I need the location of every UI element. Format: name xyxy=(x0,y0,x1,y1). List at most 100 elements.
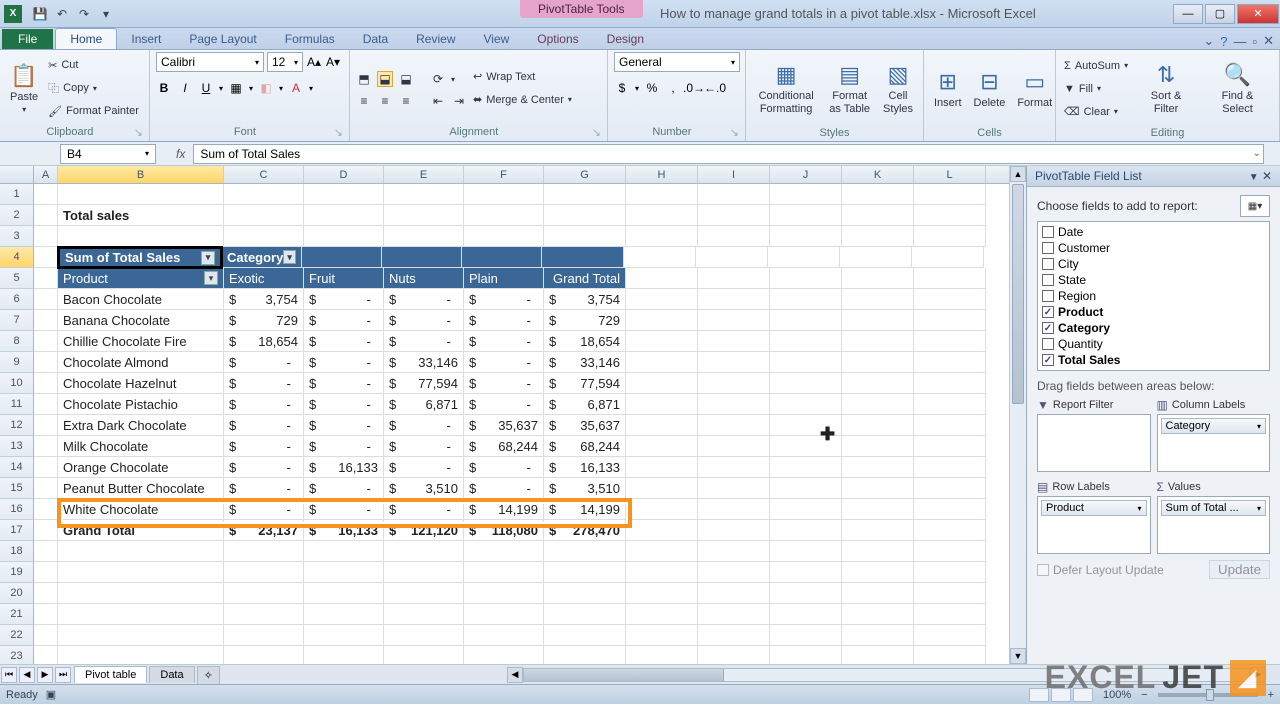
cell[interactable] xyxy=(698,562,770,583)
cell[interactable] xyxy=(626,352,698,373)
cell[interactable] xyxy=(544,541,626,562)
align-center-icon[interactable]: ≡ xyxy=(377,93,393,109)
cell[interactable] xyxy=(462,247,542,268)
tab-nav-last[interactable]: ⏭ xyxy=(55,667,71,683)
cell[interactable]: Chocolate Almond xyxy=(58,352,224,373)
row-header[interactable]: 23 xyxy=(0,646,34,664)
cell[interactable] xyxy=(770,184,842,205)
col-header[interactable]: H xyxy=(626,166,698,183)
sheet-tab-active[interactable]: Pivot table xyxy=(74,666,147,683)
cell[interactable] xyxy=(842,646,914,664)
redo-icon[interactable]: ↷ xyxy=(74,4,94,24)
cell[interactable]: Chillie Chocolate Fire xyxy=(58,331,224,352)
align-left-icon[interactable]: ≡ xyxy=(356,93,372,109)
cell[interactable] xyxy=(224,541,304,562)
cell[interactable]: $33,146 xyxy=(544,352,626,373)
tab-nav-first[interactable]: ⏮ xyxy=(1,667,17,683)
cell[interactable] xyxy=(698,646,770,664)
column-labels-zone[interactable]: Category▾ xyxy=(1157,414,1271,472)
bold-button[interactable]: B xyxy=(156,80,172,96)
cell[interactable] xyxy=(914,289,986,310)
cell[interactable]: $18,654 xyxy=(544,331,626,352)
pane-close-icon[interactable]: ✕ xyxy=(1262,169,1272,183)
indent-increase-icon[interactable]: ⇥ xyxy=(451,93,467,109)
col-header[interactable]: K xyxy=(842,166,914,183)
maximize-button[interactable]: ▢ xyxy=(1205,4,1235,24)
cell[interactable]: Chocolate Pistachio xyxy=(58,394,224,415)
cell[interactable]: $14,199 xyxy=(464,499,544,520)
cell[interactable]: $- xyxy=(384,436,464,457)
minimize-ribbon-icon[interactable]: ⌄ xyxy=(1203,33,1214,49)
cell[interactable] xyxy=(382,247,462,268)
save-icon[interactable]: 💾 xyxy=(30,4,50,24)
tab-insert[interactable]: Insert xyxy=(117,29,175,49)
cell[interactable] xyxy=(840,247,912,268)
cell[interactable] xyxy=(842,205,914,226)
cell[interactable] xyxy=(770,520,842,541)
cell[interactable] xyxy=(58,541,224,562)
percent-button[interactable]: % xyxy=(644,80,660,96)
cell[interactable] xyxy=(770,373,842,394)
tab-file[interactable]: File xyxy=(2,29,53,49)
cell[interactable]: $- xyxy=(304,478,384,499)
cell[interactable] xyxy=(58,646,224,664)
col-header[interactable]: C xyxy=(224,166,304,183)
cell[interactable] xyxy=(842,436,914,457)
cell[interactable] xyxy=(842,583,914,604)
paste-button[interactable]: 📋Paste▾ xyxy=(6,61,42,116)
col-header[interactable]: I xyxy=(698,166,770,183)
cell[interactable] xyxy=(770,394,842,415)
cell[interactable] xyxy=(34,331,58,352)
cell[interactable] xyxy=(34,541,58,562)
cell[interactable] xyxy=(384,184,464,205)
font-size-select[interactable]: 12▾ xyxy=(267,52,303,72)
cell[interactable] xyxy=(626,625,698,646)
tab-page-layout[interactable]: Page Layout xyxy=(175,29,270,49)
cell[interactable]: $- xyxy=(224,436,304,457)
cell[interactable] xyxy=(698,373,770,394)
cell[interactable]: $14,199 xyxy=(544,499,626,520)
cell[interactable]: $68,244 xyxy=(544,436,626,457)
grid[interactable]: A B C D E F G H I J K L 12Total sales34S… xyxy=(0,166,1009,664)
cell[interactable] xyxy=(914,205,986,226)
formula-input[interactable]: Sum of Total Sales⌄ xyxy=(193,144,1264,164)
cell[interactable] xyxy=(770,541,842,562)
cell[interactable] xyxy=(698,352,770,373)
cell[interactable]: $- xyxy=(304,331,384,352)
cell[interactable] xyxy=(626,646,698,664)
cell[interactable] xyxy=(842,331,914,352)
cell[interactable]: Fruit xyxy=(304,268,384,289)
cell[interactable] xyxy=(842,352,914,373)
cell[interactable] xyxy=(626,373,698,394)
column-pill[interactable]: Category▾ xyxy=(1161,418,1267,434)
cell[interactable] xyxy=(464,184,544,205)
tab-nav-next[interactable]: ▶ xyxy=(37,667,53,683)
tab-review[interactable]: Review xyxy=(402,29,469,49)
cell[interactable] xyxy=(34,478,58,499)
cell[interactable]: $16,133 xyxy=(304,457,384,478)
cell[interactable] xyxy=(698,541,770,562)
minimize-button[interactable]: — xyxy=(1173,4,1203,24)
cell[interactable] xyxy=(626,268,698,289)
cell[interactable]: $- xyxy=(464,289,544,310)
cell[interactable] xyxy=(624,247,696,268)
row-header[interactable]: 19 xyxy=(0,562,34,583)
values-zone[interactable]: Sum of Total ...▾ xyxy=(1157,496,1271,554)
cell[interactable] xyxy=(544,625,626,646)
cell[interactable]: Total sales xyxy=(58,205,224,226)
cell[interactable] xyxy=(224,205,304,226)
window-minimize-icon[interactable]: — xyxy=(1233,34,1246,49)
cell[interactable] xyxy=(544,646,626,664)
cell[interactable] xyxy=(34,646,58,664)
cell[interactable]: $35,637 xyxy=(464,415,544,436)
col-header[interactable]: D xyxy=(304,166,384,183)
cell[interactable] xyxy=(842,562,914,583)
comma-button[interactable]: , xyxy=(665,80,681,96)
cell[interactable] xyxy=(914,562,986,583)
cell[interactable]: Extra Dark Chocolate xyxy=(58,415,224,436)
cell[interactable] xyxy=(698,520,770,541)
cell[interactable] xyxy=(626,310,698,331)
window-restore-icon[interactable]: ▫ xyxy=(1252,34,1257,49)
field-checkbox[interactable]: State xyxy=(1040,272,1267,288)
cell[interactable]: $- xyxy=(464,373,544,394)
